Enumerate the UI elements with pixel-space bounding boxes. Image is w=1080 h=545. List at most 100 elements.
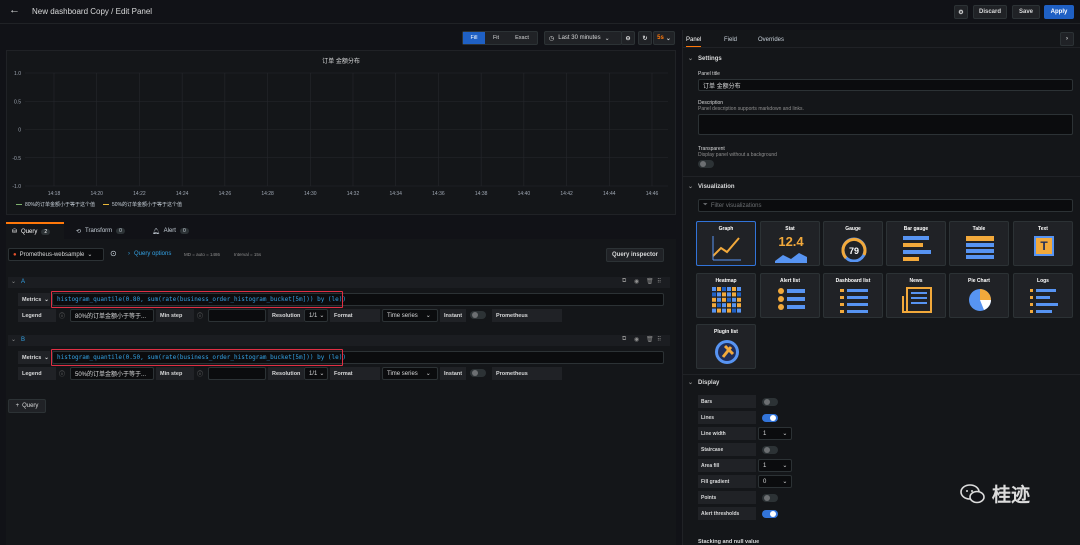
collapse-pane-button[interactable]: › [1060, 32, 1074, 46]
query-options-interval: Interval = 15s [234, 252, 262, 257]
format-select[interactable]: Time series ⌄ [382, 309, 438, 322]
eye-icon[interactable]: ◉ [634, 336, 639, 343]
vis-card-logs[interactable]: Logs [1013, 273, 1073, 318]
chevron-down-icon: ⌄ [425, 371, 431, 377]
vis-card-news[interactable]: News [886, 273, 946, 318]
bar-gauge-vis-icon [903, 236, 931, 261]
transform-icon: ⟲ [76, 228, 82, 235]
filter-visualizations-input[interactable]: ⏷ Filter visualizations [698, 199, 1073, 212]
stat-vis-icon: 12.4 [778, 234, 804, 249]
resolution-select[interactable]: 1/1 ⌄ [304, 367, 328, 380]
tab-query[interactable]: ⛁ Query 2 [6, 222, 64, 239]
transparent-toggle[interactable] [698, 160, 714, 168]
tab-alert[interactable]: 🔔︎ Alert 0 [152, 224, 189, 238]
metrics-label[interactable]: Metrics ⌄ [18, 293, 50, 306]
staircase-toggle[interactable] [762, 446, 778, 454]
vis-card-stat[interactable]: Stat 12.4 [760, 221, 820, 266]
min-step-input[interactable] [208, 367, 266, 380]
discard-button[interactable]: Discard [973, 5, 1007, 19]
line-width-select[interactable]: 1 ⌄ [758, 427, 792, 440]
visualization-section-title[interactable]: Visualization [688, 183, 735, 190]
vis-card-bar-gauge[interactable]: Bar gauge [886, 221, 946, 266]
duplicate-query-icon[interactable]: ⧉ [622, 278, 626, 285]
filter-placeholder: Filter visualizations [710, 202, 762, 209]
chevron-down-icon: ⌄ [44, 354, 49, 361]
tab-transform[interactable]: ⟲ Transform 0 [76, 224, 125, 238]
resolution-select[interactable]: 1/1 ⌄ [304, 309, 328, 322]
tab-transform-label: Transform [85, 228, 113, 234]
eye-icon[interactable]: ◉ [634, 278, 639, 285]
points-toggle[interactable] [762, 494, 778, 502]
y-tick-label: 0.5 [14, 99, 21, 105]
line-width-label: Line width [698, 427, 756, 440]
format-select[interactable]: Time series ⌄ [382, 367, 438, 380]
save-button[interactable]: Save [1012, 5, 1040, 19]
drag-handle-icon[interactable]: ⠿ [657, 278, 661, 285]
info-icon[interactable]: ⓘ [197, 311, 203, 320]
datasource-picker[interactable]: ● Prometheus-websample ⌄ [8, 248, 104, 261]
add-query-button[interactable]: + Query [8, 399, 46, 413]
legend-format-input[interactable]: 50%的订单金额小于等于... [70, 367, 154, 380]
graph-canvas[interactable]: 1.0 0.5 0 -0.5 -1.0 14:18 14:20 14:22 14:24 14:26… [0, 0, 680, 215]
duplicate-query-icon[interactable]: ⧉ [622, 336, 626, 343]
legend-item[interactable]: 80%的订单金额小于等于这个值 [16, 201, 95, 208]
vis-card-dashboard-list[interactable]: Dashboard list [823, 273, 883, 318]
display-section-title[interactable]: Display [688, 379, 719, 386]
datasource-help-button[interactable]: ⊙ [110, 249, 117, 258]
section-divider [682, 374, 1080, 375]
tab-overrides[interactable]: Overrides [758, 37, 784, 46]
stacking-section-title[interactable]: Stacking and null value [698, 539, 759, 545]
fill-gradient-select[interactable]: 0 ⌄ [758, 475, 792, 488]
tab-transform-count: 0 [116, 228, 125, 234]
fill-gradient-label: Fill gradient [698, 475, 756, 488]
vis-card-table[interactable]: Table [949, 221, 1009, 266]
legend-format-input[interactable]: 80%的订单金额小于等于... [70, 309, 154, 322]
info-icon[interactable]: ⓘ [59, 311, 65, 320]
query-inspector-button[interactable]: Query inspector [606, 248, 664, 262]
apply-button[interactable]: Apply [1044, 5, 1074, 19]
trash-icon[interactable]: 🗑︎ [646, 278, 654, 285]
metrics-label[interactable]: Metrics ⌄ [18, 351, 50, 364]
vis-label: Dashboard list [835, 278, 871, 284]
vis-card-plugin-list[interactable]: Plugin list [696, 324, 756, 369]
info-icon[interactable]: ⓘ [59, 369, 65, 378]
info-icon[interactable]: ⓘ [197, 369, 203, 378]
alert-thresholds-toggle[interactable] [762, 510, 778, 518]
vis-card-text[interactable]: Text T [1013, 221, 1073, 266]
vis-card-pie-chart[interactable]: Pie Chart [949, 273, 1009, 318]
prometheus-link-label[interactable]: Prometheus [492, 309, 562, 322]
min-step-input[interactable] [208, 309, 266, 322]
vis-label: Bar gauge [903, 226, 929, 232]
instant-toggle[interactable] [470, 311, 486, 319]
filter-icon: ⏷ [703, 202, 708, 208]
legend-swatch [16, 203, 22, 206]
panel-title-label: Panel title [698, 71, 720, 77]
settings-section-title[interactable]: Settings [688, 55, 722, 62]
text-vis-icon: T [1034, 236, 1054, 256]
bars-toggle[interactable] [762, 398, 778, 406]
query-collapse-icon[interactable]: ⌄ [11, 336, 16, 343]
x-tick-label: 14:18 [48, 191, 61, 197]
instant-toggle[interactable] [470, 369, 486, 377]
trash-icon[interactable]: 🗑︎ [646, 336, 654, 343]
query-row-header[interactable] [8, 335, 670, 346]
drag-handle-icon[interactable]: ⠿ [657, 336, 661, 343]
vis-card-alert-list[interactable]: Alert list [760, 273, 820, 318]
lines-toggle[interactable] [762, 414, 778, 422]
query-row-header[interactable] [8, 277, 670, 288]
legend-item[interactable]: 50%的订单金额小于等于这个值 [103, 201, 182, 208]
query-options-md: MD = auto = 1486 [184, 252, 221, 257]
area-fill-select[interactable]: 1 ⌄ [758, 459, 792, 472]
description-textarea[interactable] [698, 114, 1073, 135]
vis-card-gauge[interactable]: Gauge 79 [823, 221, 883, 266]
tab-field[interactable]: Field [724, 37, 737, 46]
settings-gear-button[interactable]: ⚙ [954, 5, 968, 19]
watermark: 桂迹 [960, 480, 1030, 507]
prometheus-link-label[interactable]: Prometheus [492, 367, 562, 380]
vis-card-graph[interactable]: Graph [696, 221, 756, 266]
min-step-label: Min step [156, 367, 194, 380]
vis-card-heatmap[interactable]: Heatmap [696, 273, 756, 318]
panel-title-input[interactable]: 订单 金额分布 [698, 79, 1073, 91]
query-collapse-icon[interactable]: ⌄ [11, 278, 16, 285]
query-options-toggle[interactable]: › Query options [128, 251, 171, 257]
